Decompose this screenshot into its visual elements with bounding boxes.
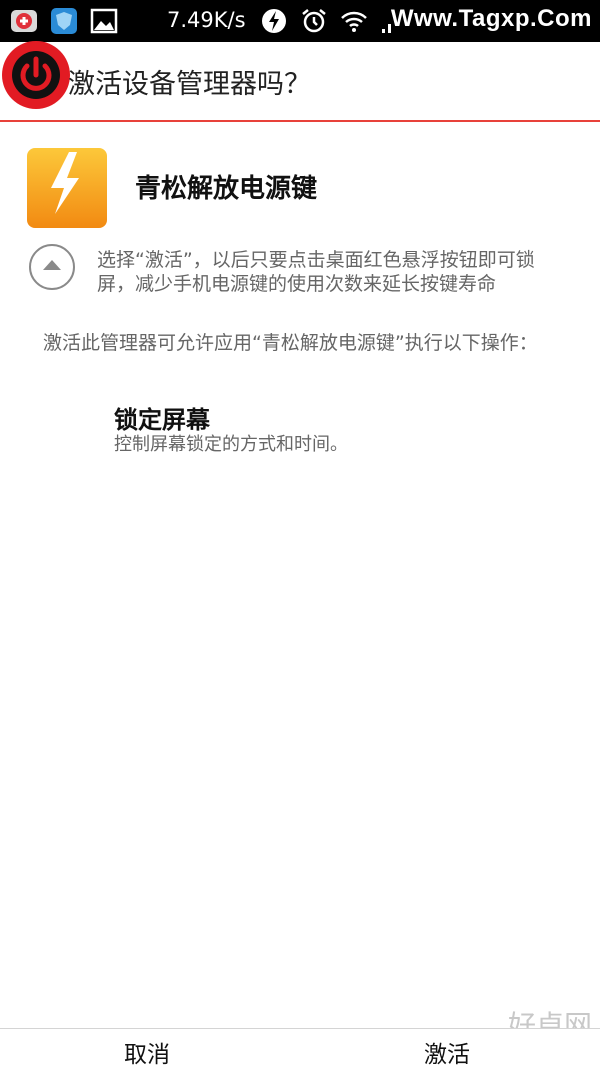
alarm-icon <box>302 9 326 33</box>
page-title: 激活设备管理器吗？ <box>68 69 311 100</box>
activate-button[interactable]: 激活 <box>424 1035 470 1069</box>
dialog-button-bar: 取消 激活 <box>0 1028 600 1069</box>
wifi-icon <box>341 11 367 32</box>
app-description: 选择“激活”，以后只要点击桌面红色悬浮按钮即可锁屏，减少手机电源键的使用次数来延… <box>97 249 535 295</box>
app-lightning-icon <box>27 148 107 228</box>
power-button-icon[interactable] <box>0 39 72 111</box>
dialog-header: 激活设备管理器吗？ <box>0 39 600 122</box>
app-notification-icon <box>11 10 37 32</box>
permission-intro: 激活此管理器可允许应用“青松解放电源键”执行以下操作： <box>43 332 538 354</box>
watermark: Www.Tagxp.Com <box>390 5 592 32</box>
collapse-description-button[interactable] <box>29 244 75 290</box>
cancel-button[interactable]: 取消 <box>124 1035 170 1069</box>
app-name: 青松解放电源键 <box>135 174 318 204</box>
chevron-up-icon <box>43 260 61 270</box>
status-bar: 7.49K/s Www.Tagxp.Com <box>0 0 600 42</box>
shield-app-icon <box>51 8 77 34</box>
permission-description: 控制屏幕锁定的方式和时间。 <box>114 434 348 455</box>
image-icon <box>90 8 118 34</box>
speed-boost-icon <box>262 9 286 33</box>
network-speed: 7.49K/s <box>167 8 246 32</box>
